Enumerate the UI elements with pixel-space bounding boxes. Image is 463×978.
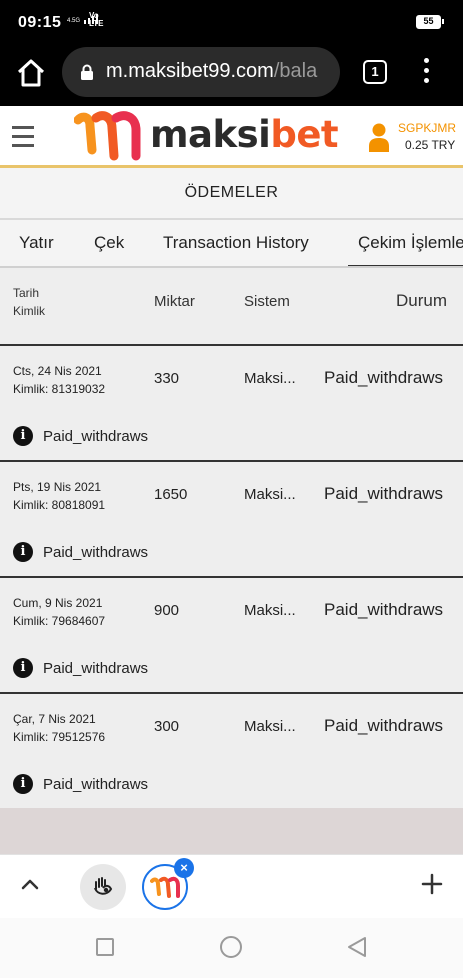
tab-deposit[interactable]: Yatır bbox=[19, 220, 54, 266]
user-icon[interactable] bbox=[368, 122, 390, 152]
withdrawals-table: Tarih Kimlik Miktar Sistem Durum Cts, 24… bbox=[0, 268, 463, 810]
extension-button[interactable] bbox=[80, 864, 126, 910]
row-note-text: Paid_withdraws bbox=[43, 427, 149, 445]
url-domain: m.maksibet99.com bbox=[106, 60, 274, 82]
row-note: i Paid_withdraws bbox=[13, 426, 148, 446]
header-system: Sistem bbox=[244, 293, 290, 310]
row-date-id: Cum, 9 Nis 2021 Kimlik: 79684607 bbox=[13, 594, 105, 630]
row-system: Maksi... bbox=[244, 718, 296, 735]
row-system: Maksi... bbox=[244, 486, 296, 503]
row-amount: 300 bbox=[154, 718, 180, 735]
row-date: Çar, 7 Nis 2021 bbox=[13, 712, 96, 726]
header-date: Tarih bbox=[13, 286, 40, 300]
page-footer-area bbox=[0, 808, 463, 854]
table-row: Cum, 9 Nis 2021 Kimlik: 79684607 900 Mak… bbox=[0, 578, 463, 694]
recent-apps-icon[interactable] bbox=[96, 938, 114, 956]
row-amount: 330 bbox=[154, 370, 180, 387]
tab-withdraw[interactable]: Çek bbox=[94, 220, 124, 266]
row-note-text: Paid_withdraws bbox=[43, 543, 149, 561]
system-navigation-bar bbox=[0, 918, 463, 978]
battery-icon: 55 bbox=[416, 15, 444, 29]
row-note-text: Paid_withdraws bbox=[43, 659, 149, 677]
balance: 0.25 TRY bbox=[405, 138, 456, 152]
logo-wordmark: maksibet bbox=[150, 113, 339, 156]
row-id: Kimlik: 79512576 bbox=[13, 730, 106, 744]
more-menu-icon[interactable] bbox=[418, 58, 434, 88]
hand-eye-icon bbox=[94, 877, 113, 895]
row-amount: 900 bbox=[154, 602, 180, 619]
username[interactable]: SGPKJMR bbox=[398, 121, 456, 135]
url-text: m.maksibet99.com/bala bbox=[106, 60, 317, 83]
row-date: Cts, 24 Nis 2021 bbox=[13, 364, 102, 378]
row-date-id: Pts, 19 Nis 2021 Kimlik: 80818091 bbox=[13, 478, 105, 514]
table-header: Tarih Kimlik Miktar Sistem Durum bbox=[0, 268, 463, 346]
row-date-id: Çar, 7 Nis 2021 Kimlik: 79512576 bbox=[13, 710, 105, 746]
row-amount: 1650 bbox=[154, 486, 188, 503]
row-system: Maksi... bbox=[244, 602, 296, 619]
row-system: Maksi... bbox=[244, 370, 296, 387]
row-date: Cum, 9 Nis 2021 bbox=[13, 596, 103, 610]
row-status: Paid_withdraws bbox=[324, 600, 444, 619]
row-note: i Paid_withdraws bbox=[13, 658, 148, 678]
tab-switcher-button[interactable]: 1 bbox=[363, 60, 387, 84]
logo-text-maksi: maksi bbox=[150, 113, 271, 156]
info-icon[interactable]: i bbox=[13, 774, 33, 794]
row-note-text: Paid_withdraws bbox=[43, 775, 149, 793]
payment-tabs: Yatır Çek Transaction History Çekim İşle… bbox=[0, 220, 463, 268]
lock-icon bbox=[81, 64, 93, 80]
info-icon[interactable]: i bbox=[13, 542, 33, 562]
home-icon[interactable] bbox=[14, 56, 48, 90]
tab-transaction-history[interactable]: Transaction History bbox=[163, 220, 309, 266]
page-title: ÖDEMELER bbox=[0, 168, 463, 220]
header-date-id: Tarih Kimlik bbox=[13, 284, 45, 320]
maksibet-logo[interactable]: maksibet bbox=[74, 110, 339, 164]
chevron-up-icon[interactable] bbox=[20, 877, 40, 891]
tab-withdraw-transactions[interactable]: Çekim İşlemle bbox=[348, 220, 463, 266]
url-path: /bala bbox=[273, 60, 318, 82]
clock: 09:15 bbox=[18, 14, 62, 31]
network-type: 4.5G bbox=[67, 18, 81, 24]
home-circle-icon[interactable] bbox=[220, 936, 242, 958]
row-id: Kimlik: 79684607 bbox=[13, 614, 106, 628]
logo-mark-icon bbox=[74, 111, 141, 161]
close-tab-icon[interactable]: × bbox=[174, 858, 194, 878]
logo-text-bet: bet bbox=[270, 113, 339, 156]
table-row: Çar, 7 Nis 2021 Kimlik: 79512576 300 Mak… bbox=[0, 694, 463, 810]
new-tab-plus-icon[interactable] bbox=[420, 872, 444, 896]
row-date-id: Cts, 24 Nis 2021 Kimlik: 81319032 bbox=[13, 362, 105, 398]
volte-icon: Vo LTE bbox=[89, 12, 104, 28]
row-id: Kimlik: 80818091 bbox=[13, 498, 106, 512]
row-date: Pts, 19 Nis 2021 bbox=[13, 480, 102, 494]
status-bar: 09:15 4.5G Vo LTE 55 bbox=[0, 0, 463, 44]
info-icon[interactable]: i bbox=[13, 426, 33, 446]
row-note: i Paid_withdraws bbox=[13, 774, 148, 794]
info-icon[interactable]: i bbox=[13, 658, 33, 678]
header-id: Kimlik bbox=[13, 304, 45, 318]
bottom-toolbar: × bbox=[0, 854, 463, 918]
browser-toolbar: m.maksibet99.com/bala 1 bbox=[0, 44, 463, 106]
header-status: Durum bbox=[396, 291, 448, 310]
row-status: Paid_withdraws bbox=[324, 484, 444, 503]
row-status: Paid_withdraws bbox=[324, 716, 444, 735]
maksibet-tab-icon bbox=[150, 876, 180, 898]
table-row: Cts, 24 Nis 2021 Kimlik: 81319032 330 Ma… bbox=[0, 346, 463, 462]
site-header: maksibet SGPKJMR 0.25 TRY bbox=[0, 106, 463, 168]
hamburger-menu-icon[interactable] bbox=[12, 126, 34, 148]
row-note: i Paid_withdraws bbox=[13, 542, 148, 562]
current-tab-button[interactable]: × bbox=[142, 858, 194, 910]
row-id: Kimlik: 81319032 bbox=[13, 382, 106, 396]
address-bar[interactable]: m.maksibet99.com/bala bbox=[62, 47, 340, 97]
volte-bottom: LTE bbox=[89, 19, 104, 28]
table-row: Pts, 19 Nis 2021 Kimlik: 80818091 1650 M… bbox=[0, 462, 463, 578]
header-amount: Miktar bbox=[154, 293, 195, 310]
back-triangle-icon[interactable] bbox=[346, 936, 368, 958]
row-status: Paid_withdraws bbox=[324, 368, 444, 387]
